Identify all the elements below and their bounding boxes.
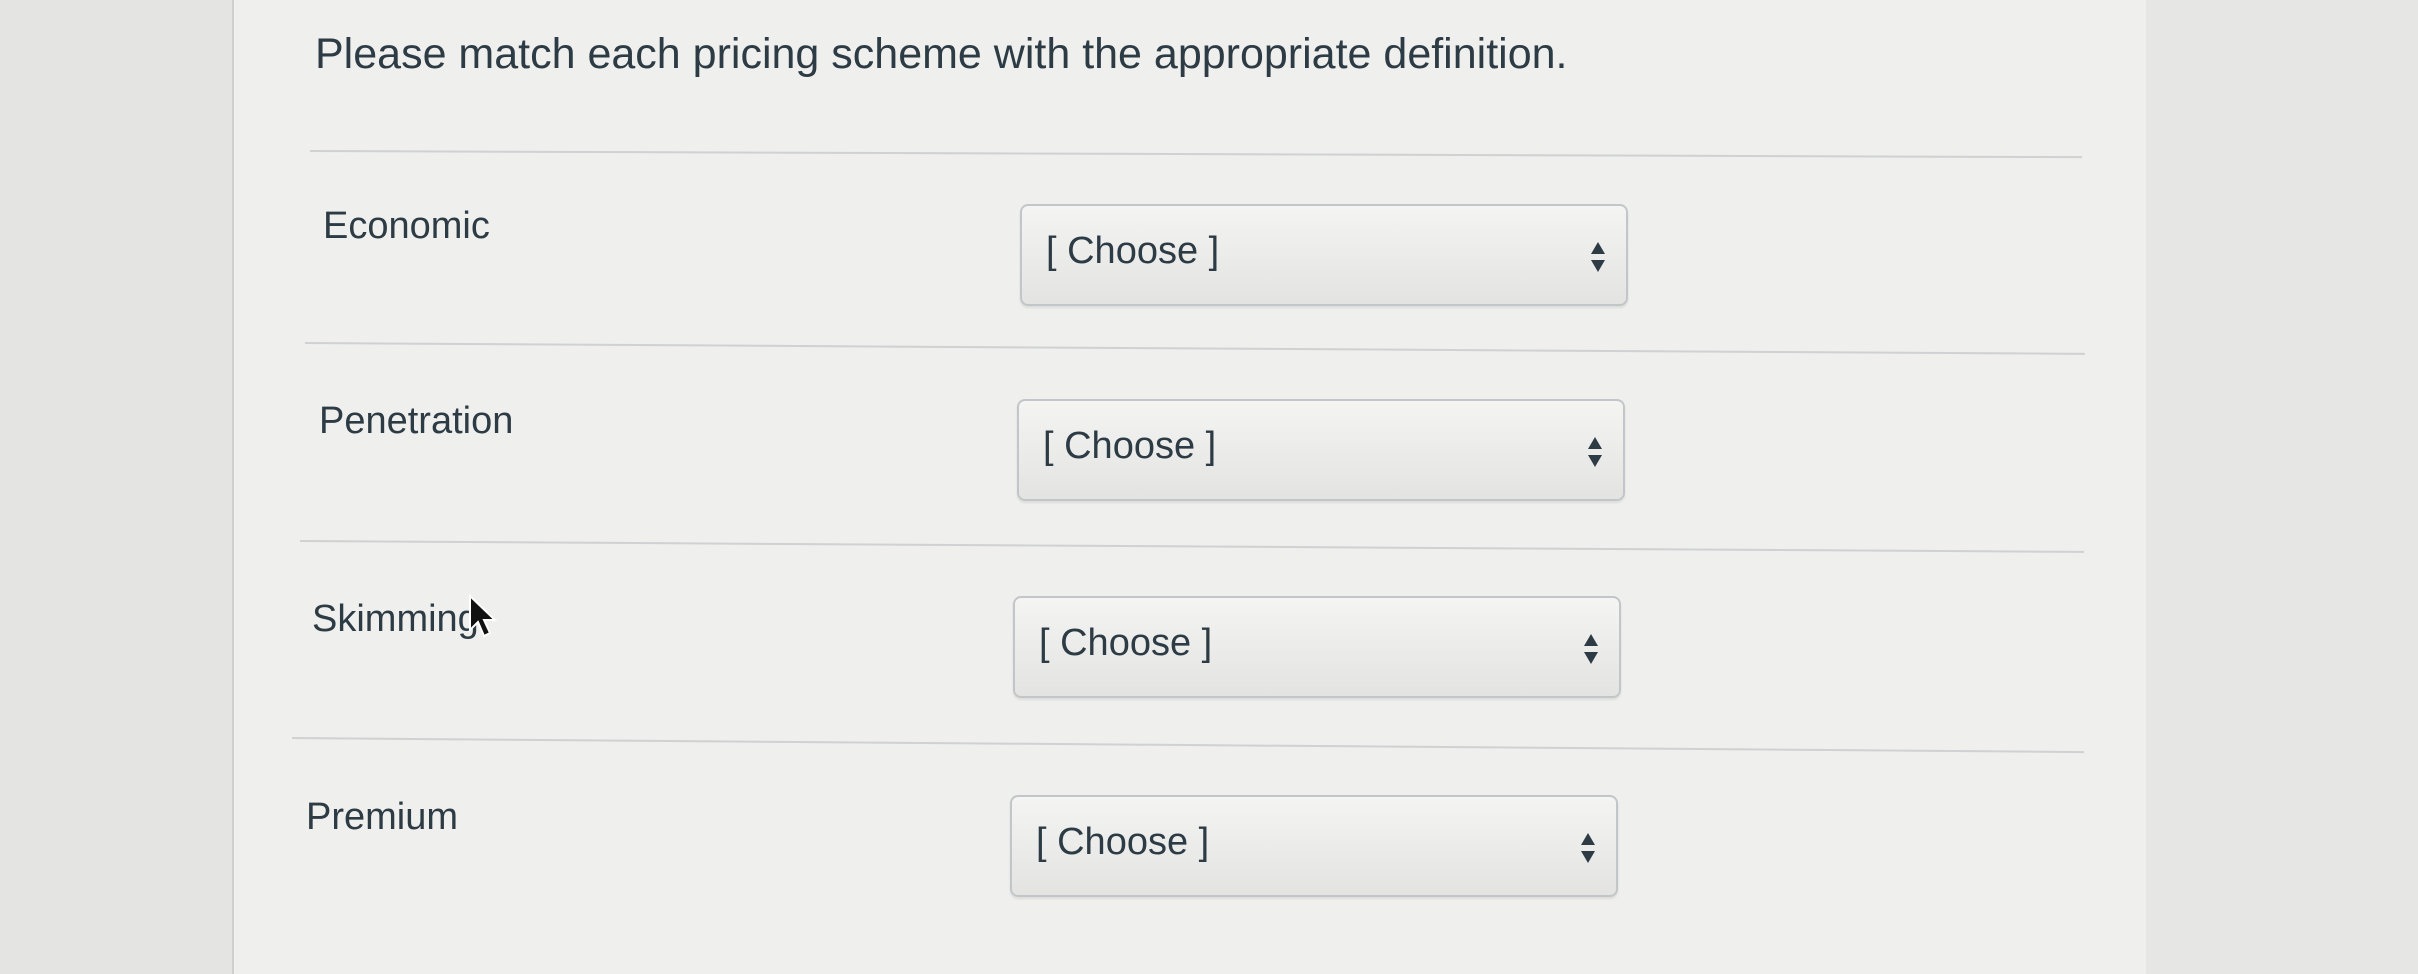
row-label-skimming: Skimming <box>312 598 479 640</box>
updown-arrows-icon <box>1591 242 1605 272</box>
select-value: [ Choose ] <box>1046 230 1220 272</box>
premium-select[interactable]: [ Choose ] <box>1010 795 1618 897</box>
select-value: [ Choose ] <box>1043 425 1217 467</box>
updown-arrows-icon <box>1584 634 1598 664</box>
mouse-cursor-icon <box>469 594 498 638</box>
question-text: Please match each pricing scheme with th… <box>315 30 1568 78</box>
row-label-economic: Economic <box>323 205 490 247</box>
penetration-select[interactable]: [ Choose ] <box>1017 399 1625 501</box>
right-gutter <box>2146 0 2418 974</box>
row-label-penetration: Penetration <box>319 400 514 442</box>
updown-arrows-icon <box>1581 833 1595 863</box>
economic-select[interactable]: [ Choose ] <box>1020 204 1628 306</box>
row-label-premium: Premium <box>306 796 459 838</box>
select-value: [ Choose ] <box>1039 622 1213 664</box>
select-value: [ Choose ] <box>1036 821 1210 863</box>
updown-arrows-icon <box>1588 437 1602 467</box>
skimming-select[interactable]: [ Choose ] <box>1013 596 1621 698</box>
